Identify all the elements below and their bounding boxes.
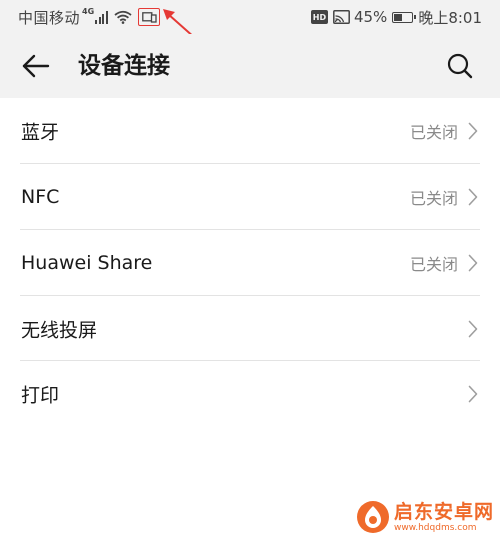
clock: 晚上8:01 [418, 8, 482, 27]
list-item-label: 打印 [21, 384, 60, 406]
list-item-label: NFC [21, 186, 60, 208]
watermark-text: 启东安卓网 www.hdqdms.com [394, 501, 494, 534]
chevron-right-icon [468, 122, 478, 140]
list-item-right [468, 320, 478, 338]
list-item-print[interactable]: 打印 [0, 361, 500, 426]
wifi-icon [114, 10, 132, 24]
battery-icon [392, 11, 417, 23]
list-item-right: 已关闭 [410, 119, 478, 143]
status-bar-left: 中国移动 4G [18, 6, 161, 28]
chevron-right-icon [468, 385, 478, 403]
settings-list: 蓝牙 已关闭 NFC 已关闭 Huawei Share 已关闭 无线投屏 打印 [0, 98, 500, 426]
battery-percent: 45% [353, 8, 388, 26]
cast-icon [333, 10, 350, 24]
list-item-bluetooth[interactable]: 蓝牙 已关闭 [0, 98, 500, 164]
watermark: 启东安卓网 www.hdqdms.com [356, 500, 494, 534]
status-bar-right: HD 45% 晚上8:01 [310, 6, 482, 28]
list-item-right: 已关闭 [410, 251, 478, 275]
carrier-name: 中国移动 [18, 8, 81, 27]
signal-icon [95, 10, 109, 24]
search-button[interactable] [442, 48, 478, 84]
list-item-status: 已关闭 [409, 255, 458, 274]
chevron-right-icon [468, 188, 478, 206]
battery-fill [394, 13, 402, 21]
list-item-label: Huawei Share [21, 252, 153, 274]
app-header: 设备连接 [0, 34, 500, 98]
page-title: 设备连接 [78, 53, 170, 79]
watermark-name: 启东安卓网 [393, 500, 494, 523]
screen-cast-icon [138, 8, 161, 26]
list-item-right [468, 385, 478, 403]
list-item-wireless-projection[interactable]: 无线投屏 [0, 296, 500, 361]
back-arrow-icon [22, 54, 50, 78]
network-type: 4G [82, 6, 95, 16]
list-item-status: 已关闭 [409, 123, 458, 142]
list-item-label: 无线投屏 [21, 319, 98, 341]
status-bar: 中国移动 4G HD 45% 晚上8:01 [0, 0, 500, 47]
search-icon [447, 53, 473, 79]
list-item-label: 蓝牙 [21, 121, 60, 144]
chevron-right-icon [468, 254, 478, 272]
back-button[interactable] [16, 48, 56, 84]
list-item-status: 已关闭 [409, 189, 458, 208]
list-item-nfc[interactable]: NFC 已关闭 [0, 164, 500, 230]
list-item-huawei-share[interactable]: Huawei Share 已关闭 [0, 230, 500, 296]
chevron-right-icon [468, 320, 478, 338]
hd-badge: HD [310, 10, 328, 24]
watermark-url: www.hdqdms.com [393, 522, 477, 533]
list-item-right: 已关闭 [410, 185, 478, 209]
watermark-logo-icon [356, 501, 389, 533]
